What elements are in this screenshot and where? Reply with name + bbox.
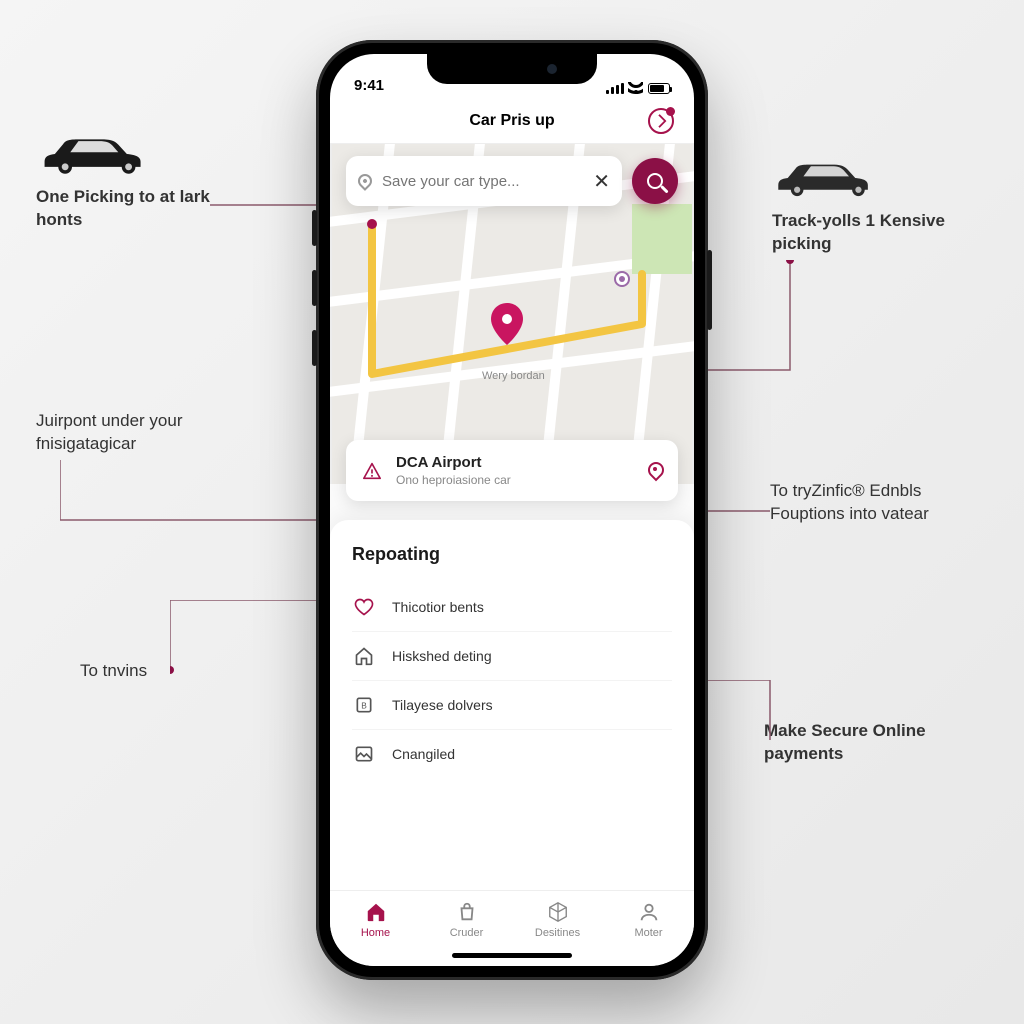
callout-text: Track-yolls 1 Kensive picking: [772, 211, 945, 253]
feature-row[interactable]: B Tilayese dolvers: [352, 681, 672, 730]
page-title: Car Pris up: [469, 112, 554, 130]
refresh-button[interactable]: [648, 108, 674, 134]
nav-destines[interactable]: Desitines: [523, 901, 593, 939]
bag-icon: [456, 901, 478, 923]
cube-icon: [547, 901, 569, 923]
feature-label: Cnangiled: [392, 746, 455, 762]
home-filled-icon: [365, 901, 387, 923]
clear-icon[interactable]: ✕: [593, 169, 610, 194]
location-card[interactable]: DCA Airport Ono heproiasione car: [346, 440, 678, 501]
callout-mid-left: Juirpont under your fnisigatagicar: [36, 410, 246, 456]
location-pin-icon: [355, 171, 375, 191]
features-panel: Repoating Thicotior bents Hiskshed detin…: [330, 520, 694, 890]
search-icon: [647, 173, 663, 189]
connector-line: [700, 510, 770, 512]
feature-row[interactable]: Thicotior bents: [352, 583, 672, 632]
battery-icon: [648, 83, 670, 94]
nav-label: Moter: [634, 927, 662, 939]
pin-icon: [648, 462, 662, 480]
search-button[interactable]: [632, 158, 678, 204]
search-input[interactable]: [382, 173, 583, 190]
phone-frame: 9:41 Car Pris up: [316, 40, 708, 980]
wifi-icon: [628, 82, 643, 94]
nav-home[interactable]: Home: [341, 901, 411, 939]
map-label: Wery bordan: [482, 370, 545, 382]
nav-cruder[interactable]: Cruder: [432, 901, 502, 939]
feature-row[interactable]: Cnangiled: [352, 730, 672, 778]
location-subtitle: Ono heproiasione car: [396, 473, 634, 487]
connector-line: [60, 460, 340, 560]
picture-icon: [352, 742, 376, 766]
callout-text: To tryZinfic® Ednbls Fouptions into vate…: [770, 481, 929, 523]
main-content: Wery bordan ✕ DCA Ai: [330, 144, 694, 890]
user-icon: [638, 901, 660, 923]
search-bar: ✕: [346, 156, 678, 206]
callout-mid-right: To tryZinfic® Ednbls Fouptions into vate…: [770, 480, 980, 526]
nav-label: Home: [361, 927, 390, 939]
heart-icon: [352, 595, 376, 619]
feature-label: Hiskshed deting: [392, 648, 492, 664]
feature-label: Tilayese dolvers: [392, 697, 493, 713]
search-field-wrapper[interactable]: ✕: [346, 156, 622, 206]
status-time: 9:41: [354, 77, 384, 94]
car-icon: [36, 130, 156, 178]
warning-icon: [362, 462, 382, 480]
feature-row[interactable]: Hiskshed deting: [352, 632, 672, 681]
callout-text: Make Secure Online payments: [764, 721, 926, 763]
signal-icon: [606, 83, 623, 94]
car-icon: [772, 154, 882, 202]
nav-moter[interactable]: Moter: [614, 901, 684, 939]
callout-text: One Picking to at lark honts: [36, 187, 210, 229]
panel-heading: Repoating: [352, 544, 672, 565]
nav-label: Cruder: [450, 927, 484, 939]
callout-top-right: Track-yolls 1 Kensive picking: [772, 154, 982, 256]
home-indicator[interactable]: [452, 953, 572, 958]
nav-label: Desitines: [535, 927, 580, 939]
home-icon: [352, 644, 376, 668]
svg-text:B: B: [361, 700, 367, 710]
callout-top-left: One Picking to at lark honts: [36, 130, 246, 232]
connector-line: [170, 600, 330, 674]
app-header: Car Pris up: [330, 98, 694, 144]
callout-low-left: To tnvins: [80, 660, 147, 683]
box-icon: B: [352, 693, 376, 717]
feature-label: Thicotior bents: [392, 599, 484, 615]
location-title: DCA Airport: [396, 454, 634, 471]
callout-text: To tnvins: [80, 661, 147, 680]
callout-text: Juirpont under your fnisigatagicar: [36, 411, 182, 453]
notch: [427, 54, 597, 84]
callout-low-right: Make Secure Online payments: [764, 720, 974, 766]
connector-line: [700, 680, 780, 750]
screen: 9:41 Car Pris up: [330, 54, 694, 966]
